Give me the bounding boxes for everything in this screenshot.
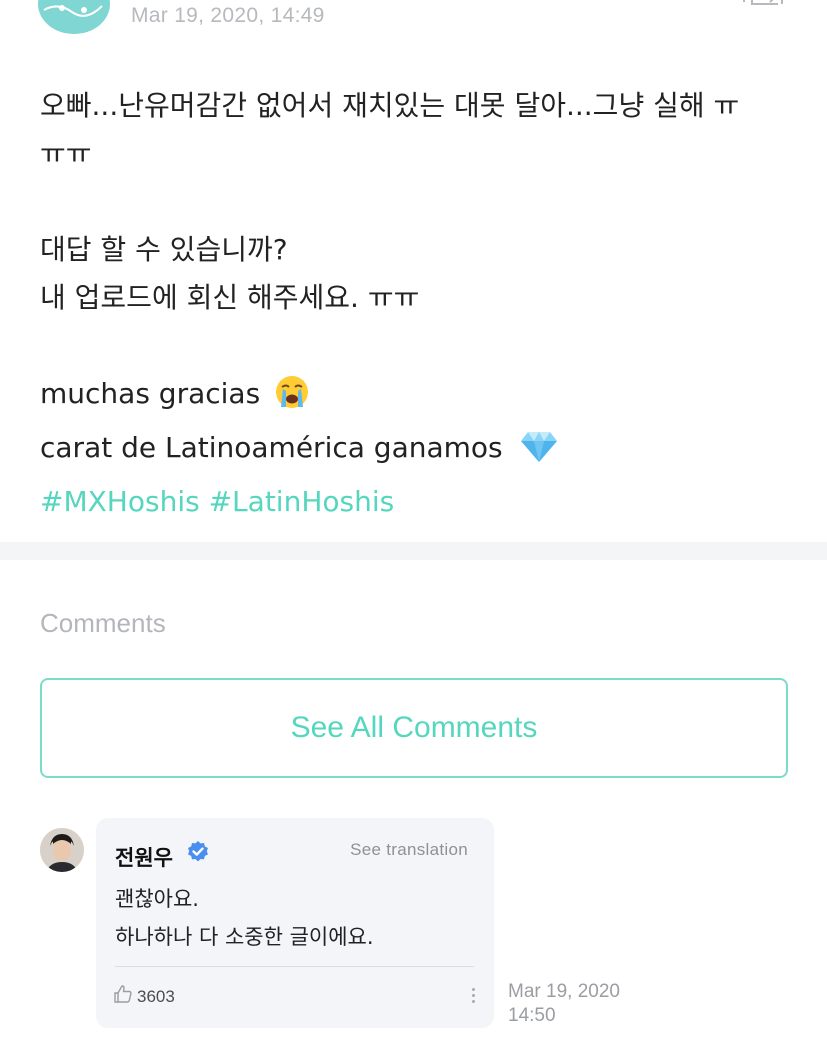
post-body: 오빠...난유머감간 없어서 재치있는 대못 달아...그냥 실해 ㅠ ㅠㅠ 대… <box>40 82 790 526</box>
hashtag-link[interactable]: #LatinHoshis <box>209 485 395 518</box>
gem-stone-icon <box>520 429 558 478</box>
comment-date-time: 14:50 <box>508 1005 556 1026</box>
hashtag-link[interactable]: #MXHoshis <box>40 485 200 518</box>
comment-bubble: 전원우 See translation 괜찮아요. 하나하나 다 소중한 글이에… <box>96 818 494 1028</box>
commenter-avatar[interactable] <box>40 828 84 872</box>
like-button[interactable]: 3603 <box>113 984 175 1009</box>
hashtags: #MXHoshis #LatinHoshis <box>40 478 790 526</box>
comments-heading: Comments <box>40 608 166 638</box>
post-text: carat de Latinoamérica ganamos <box>40 431 503 464</box>
loudly-crying-face-icon <box>275 375 309 424</box>
post-line: 오빠...난유머감간 없어서 재치있는 대못 달아...그냥 실해 ㅠ <box>40 89 740 122</box>
see-translation-link[interactable]: See translation <box>350 840 468 860</box>
comment-line: 괜찮아요. <box>115 887 199 911</box>
post-text: muchas gracias <box>40 377 261 410</box>
more-options-icon[interactable] <box>470 988 476 1008</box>
post-line-gracias: muchas gracias <box>40 370 790 424</box>
post-line: 대답 할 수 있습니까? <box>40 233 288 266</box>
thumbs-up-icon <box>113 984 133 1009</box>
comment-text: 괜찮아요. 하나하나 다 소중한 글이에요. <box>115 880 374 956</box>
see-all-comments-button[interactable]: See All Comments <box>40 678 788 778</box>
like-count: 3603 <box>137 986 175 1006</box>
translate-icon[interactable] <box>738 0 788 14</box>
author-avatar[interactable] <box>38 0 110 34</box>
section-separator <box>0 542 827 560</box>
commenter-name[interactable]: 전원우 <box>115 842 173 872</box>
verified-badge-icon <box>186 840 210 869</box>
comment-date: Mar 19, 2020 14:50 <box>508 980 658 1028</box>
post-line: 내 업로드에 회신 해주세요. ㅠㅠ <box>40 281 420 314</box>
comment-divider <box>115 966 474 967</box>
post-line-carat: carat de Latinoamérica ganamos <box>40 424 790 478</box>
comment-line: 하나하나 다 소중한 글이에요. <box>115 925 374 949</box>
post-line: ㅠㅠ <box>40 137 92 170</box>
post-date: Mar 19, 2020, 14:49 <box>131 4 325 27</box>
comment-date-day: Mar 19, 2020 <box>508 981 620 1002</box>
